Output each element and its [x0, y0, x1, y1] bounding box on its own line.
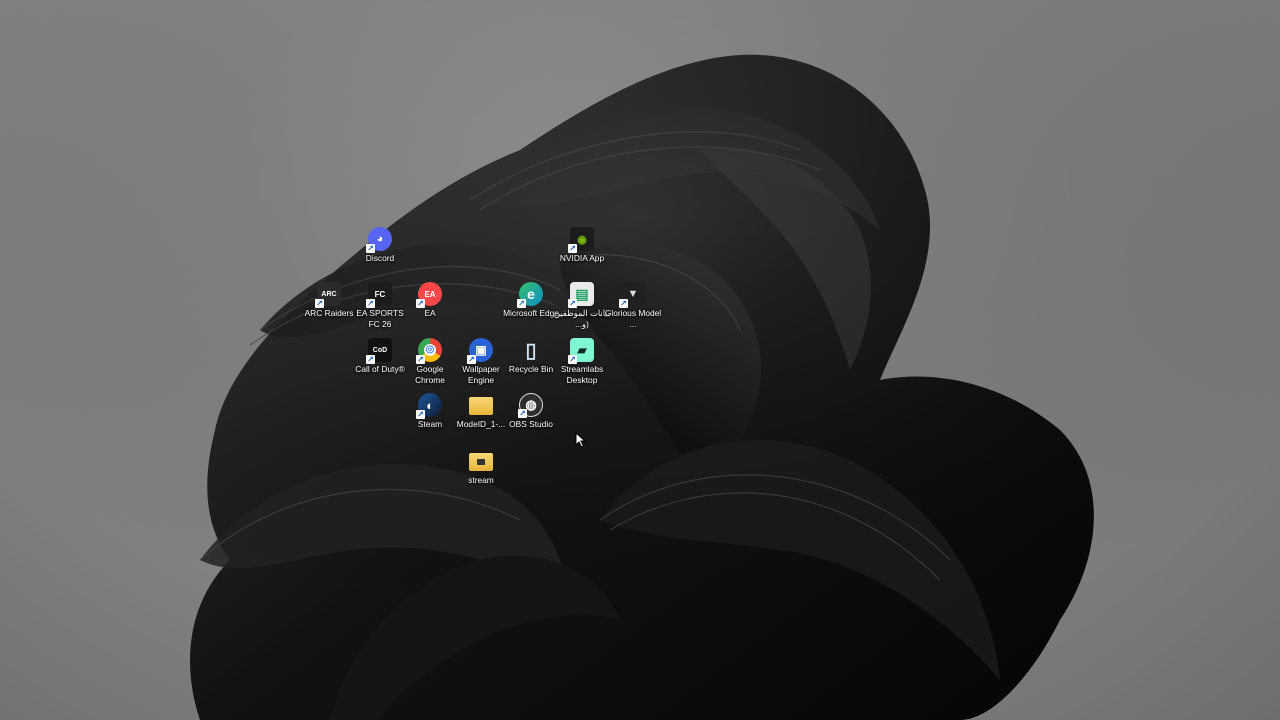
chrome-glyph: ◎ [424, 344, 436, 356]
nvidia-glyph: ◉ [577, 233, 587, 246]
steam-glyph: ◐ [426, 397, 434, 413]
desktop-icon-label: EA [424, 308, 436, 318]
desktop-icon-label: ARC Raiders [304, 308, 354, 318]
edge-icon: e ↗ [517, 282, 543, 308]
shortcut-arrow-icon: ↗ [366, 244, 375, 253]
ea-sports-fc-icon: FC ↗ [366, 282, 392, 308]
folder-icon [469, 397, 493, 415]
wallpaper-engine-icon: ▣ ↗ [467, 338, 493, 364]
shortcut-arrow-icon: ↗ [619, 299, 628, 308]
spreadsheet-icon: ▤ ↗ [568, 282, 594, 308]
desktop-icon-nvidia-app[interactable]: ◉ ↗ NVIDIA App [553, 227, 611, 264]
shortcut-arrow-icon: ↗ [467, 355, 476, 364]
desktop-icon-label: Google Chrome [415, 364, 445, 385]
recycle-bin-glyph: ▯ [525, 339, 537, 362]
desktop-icon-label: Recycle Bin [508, 364, 554, 374]
desktop-icon-arc-raiders[interactable]: ARC ↗ ARC Raiders [300, 282, 358, 319]
shortcut-arrow-icon: ↗ [568, 355, 577, 364]
streamlabs-glyph: ▰ [577, 343, 587, 357]
desktop-icon-google-chrome[interactable]: ◎ ↗ Google Chrome [401, 338, 459, 385]
shortcut-arrow-icon: ↗ [416, 410, 425, 419]
desktop-icon-microsoft-edge[interactable]: e ↗ Microsoft Edge [502, 282, 560, 319]
obs-icon: ◍ ↗ [518, 393, 543, 418]
shortcut-arrow-icon: ↗ [518, 409, 527, 418]
wallpaper-engine-glyph: ▣ [475, 343, 487, 357]
mouse-cursor-icon [575, 432, 587, 448]
shortcut-arrow-icon: ↗ [568, 244, 577, 253]
obs-glyph: ◍ [525, 397, 537, 412]
ea-sports-fc-glyph: FC [374, 289, 386, 299]
steam-icon: ◐ ↗ [416, 393, 442, 419]
desktop-icon-glorious-model[interactable]: ▼ ↗ Glorious Model ... [604, 282, 662, 329]
call-of-duty-icon: CoD ↗ [366, 338, 392, 364]
spreadsheet-glyph: ▤ [575, 285, 589, 302]
shortcut-arrow-icon: ↗ [315, 299, 324, 308]
desktop-icon-stream-folder[interactable]: stream [452, 449, 510, 486]
desktop-icon-label: stream [468, 475, 494, 485]
desktop-icon-ea[interactable]: EA ↗ EA [401, 282, 459, 319]
edge-glyph: e [527, 286, 535, 302]
folder-icon [469, 453, 493, 471]
desktop-icon-steam[interactable]: ◐ ↗ Steam [401, 393, 459, 430]
recycle-bin-icon: ▯ [519, 338, 543, 362]
desktop-icon-recycle-bin[interactable]: ▯ Recycle Bin [502, 338, 560, 375]
discord-icon: ◕ ↗ [366, 227, 392, 253]
desktop[interactable]: ◕ ↗ Discord ◉ ↗ NVIDIA App ARC ↗ ARC Rai… [0, 0, 1280, 720]
nvidia-icon: ◉ ↗ [568, 227, 594, 253]
shortcut-arrow-icon: ↗ [366, 355, 375, 364]
desktop-icon-label: Steam [417, 419, 443, 429]
shortcut-arrow-icon: ↗ [517, 299, 526, 308]
streamlabs-icon: ▰ ↗ [568, 338, 594, 364]
glorious-mouse-icon: ▼ ↗ [619, 282, 645, 308]
call-of-duty-glyph: CoD [372, 346, 388, 354]
desktop-icon-label: Streamlabs Desktop [560, 364, 604, 385]
shortcut-arrow-icon: ↗ [366, 299, 375, 308]
chrome-icon: ◎ ↗ [416, 338, 442, 364]
desktop-icon-label: Microsoft Edge [503, 308, 559, 318]
desktop-icon-obs-studio[interactable]: ◍ ↗ OBS Studio [502, 393, 560, 430]
ea-glyph: EA [424, 289, 436, 299]
wallpaper-background [0, 0, 1280, 720]
desktop-icon-label: Discord [365, 253, 395, 263]
desktop-icon-employee-data-sheet[interactable]: ▤ ↗ بيانات الموظفين (و... [553, 282, 611, 329]
arc-raiders-icon: ARC ↗ [315, 282, 341, 308]
glorious-glyph: ▼ [627, 288, 639, 300]
desktop-icon-label: OBS Studio [509, 419, 553, 429]
desktop-icon-label: Glorious Model ... [604, 308, 662, 329]
arc-raiders-glyph: ARC [321, 290, 337, 298]
desktop-icon-streamlabs-desktop[interactable]: ▰ ↗ Streamlabs Desktop [553, 338, 611, 385]
desktop-icon-label: بيانات الموظفين (و... [553, 308, 611, 329]
shortcut-arrow-icon: ↗ [568, 299, 577, 308]
shortcut-arrow-icon: ↗ [416, 299, 425, 308]
shortcut-arrow-icon: ↗ [416, 355, 425, 364]
desktop-icon-label: NVIDIA App [559, 253, 605, 263]
discord-glyph: ◕ [376, 233, 384, 245]
folder-thumbnail [477, 459, 485, 465]
ea-icon: EA ↗ [416, 282, 442, 308]
desktop-icon-discord[interactable]: ◕ ↗ Discord [351, 227, 409, 264]
